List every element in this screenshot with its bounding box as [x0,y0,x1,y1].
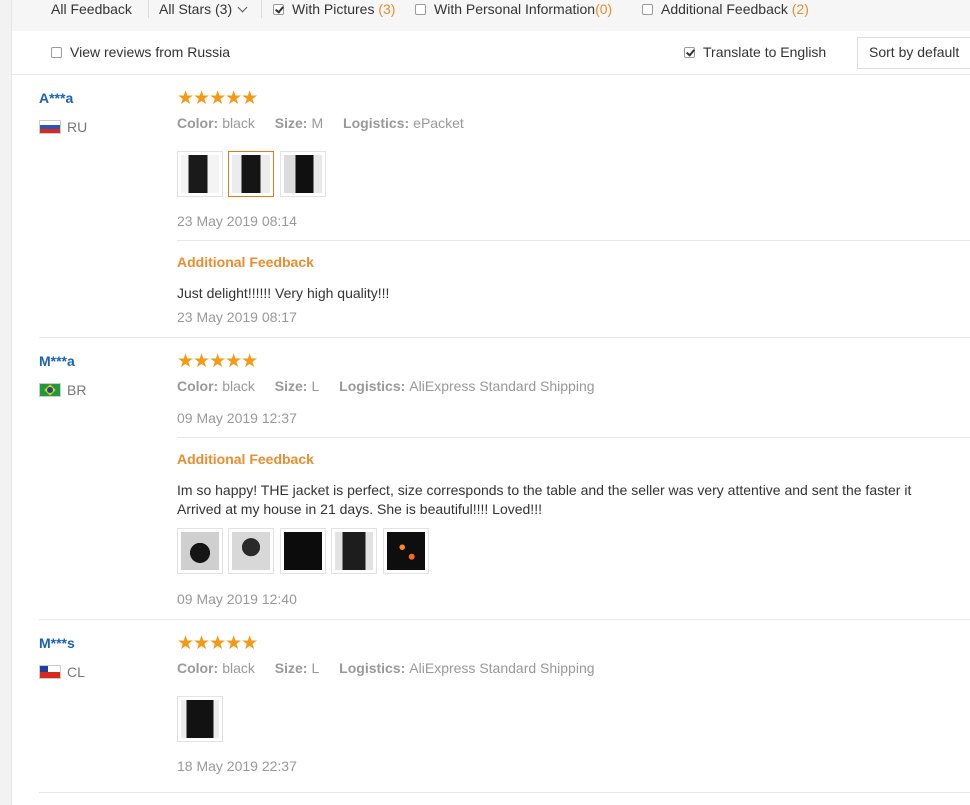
filter-with-pictures[interactable]: With Pictures (3) [273,0,395,18]
review-photo-thumbnail[interactable] [228,528,274,574]
sort-label: Sort by default [869,44,960,60]
review-photo-thumbnail[interactable] [177,528,223,574]
filter-divider [148,0,149,18]
size-key: Size: [274,660,308,676]
review-photo-thumbnail[interactable] [280,151,326,197]
with-personal-info-checkbox[interactable] [415,4,426,15]
reviewer-country: BR [39,382,86,398]
country-code: BR [67,382,87,398]
additional-feedback-text: Im so happy! THE jacket is perfect, size… [177,482,912,498]
size-value: L [311,660,320,676]
size-key: Size: [274,115,308,131]
size-value: L [311,378,320,394]
review-photo-thumbnail[interactable] [383,528,429,574]
with-pictures-label: With Pictures [292,1,375,17]
additional-feedback-title: Additional Feedback [177,451,314,467]
view-country-checkbox[interactable] [51,47,62,58]
review-meta: Color: black Size: L Logistics: AliExpress … [177,378,611,394]
color-key: Color: [177,378,219,394]
country-code: RU [67,119,88,135]
country-code: CL [67,664,85,680]
star-rating: ★★★★★ [177,88,258,109]
additional-feedback-title: Additional Feedback [177,254,314,270]
filter-all-stars-label: All Stars (3) [159,1,233,17]
divider [177,437,970,438]
logistics-key: Logistics: [339,660,406,676]
color-value: black [222,378,255,394]
additional-feedback-text: Just delight!!!!!! Very high quality!!! [177,285,390,301]
flag-icon [39,383,61,397]
left-gutter [0,0,12,805]
flag-icon [39,120,61,134]
review-photo-thumbnail[interactable] [177,696,223,742]
review-divider [39,792,970,793]
size-key: Size: [274,378,308,394]
filter-with-personal-info[interactable]: With Personal Information(0) [415,0,612,18]
color-value: black [222,115,255,131]
view-country-option[interactable]: View reviews from Russia [51,44,230,60]
with-pictures-checkbox[interactable] [273,4,284,15]
reviewer-name[interactable]: M***s [39,635,75,651]
sort-dropdown[interactable]: Sort by default [857,37,970,69]
options-row: View reviews from Russia Translate to En… [12,31,970,75]
review-photo-thumbnail[interactable] [280,528,326,574]
review-photo-thumbnail[interactable] [228,151,274,197]
reviewer-country: CL [39,664,85,680]
with-pictures-count: (3) [378,1,396,17]
review-date: 18 May 2019 22:37 [177,758,297,774]
filter-all-feedback-label: All Feedback [51,1,132,17]
reviewer-name[interactable]: M***a [39,353,75,369]
with-personal-info-count: (0) [595,1,613,17]
reviewer-country: RU [39,119,87,135]
filter-bar: All Feedback All Stars (3) With Pictures… [12,0,970,31]
review-date: 09 May 2019 12:37 [177,410,297,426]
divider [177,240,970,241]
translate-checkbox[interactable] [684,47,695,58]
color-value: black [222,660,255,676]
additional-feedback-text: Arrived at my house in 21 days. She is b… [177,501,542,517]
logistics-key: Logistics: [339,378,406,394]
logistics-key: Logistics: [343,115,410,131]
star-rating: ★★★★★ [177,633,258,654]
size-value: M [311,115,324,131]
additional-feedback-count: (2) [791,1,809,17]
additional-feedback-date: 09 May 2019 12:40 [177,591,297,607]
flag-icon [39,665,61,679]
filter-all-feedback[interactable]: All Feedback [51,0,132,18]
filter-all-stars-dropdown[interactable]: All Stars (3) [159,0,248,18]
color-key: Color: [177,660,219,676]
review-meta: Color: black Size: L Logistics: AliExpress … [177,660,611,676]
review-date: 23 May 2019 08:14 [177,213,297,229]
filter-divider [261,0,262,18]
star-rating: ★★★★★ [177,351,258,372]
logistics-value: AliExpress Standard Shipping [409,378,595,394]
chevron-down-icon [237,2,248,13]
review-divider [39,619,970,620]
review-photo-thumbnail[interactable] [177,151,223,197]
review-meta: Color: black Size: M Logistics: ePacket [177,115,480,131]
review-divider [39,337,970,338]
logistics-value: AliExpress Standard Shipping [409,660,595,676]
additional-feedback-checkbox[interactable] [642,4,653,15]
reviewer-name[interactable]: A***a [39,90,73,106]
color-key: Color: [177,115,219,131]
additional-feedback-label: Additional Feedback [661,1,788,17]
logistics-value: ePacket [413,115,464,131]
view-country-label: View reviews from Russia [70,44,231,60]
filter-additional-feedback[interactable]: Additional Feedback (2) [642,0,809,18]
additional-feedback-date: 23 May 2019 08:17 [177,309,297,325]
translate-option[interactable]: Translate to English [684,44,826,60]
with-personal-info-label: With Personal Information [434,1,596,17]
review-photo-thumbnail[interactable] [331,528,377,574]
translate-label: Translate to English [703,44,827,60]
